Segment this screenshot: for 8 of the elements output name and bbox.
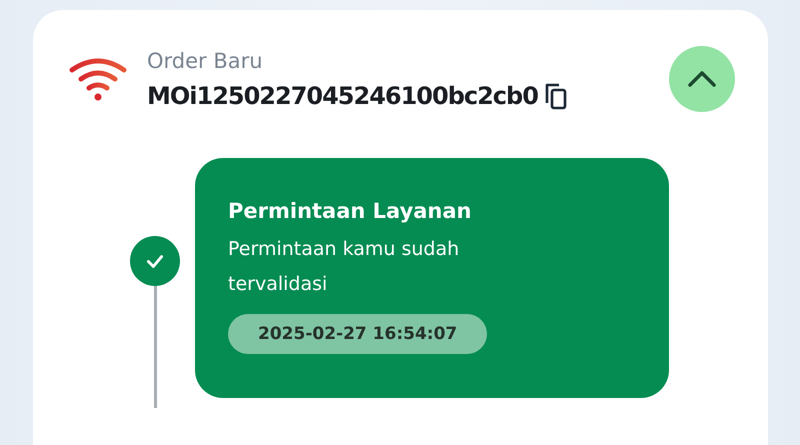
timestamp: 2025-02-27 16:54:07 bbox=[228, 314, 488, 354]
order-id: MOi1250227045246100bc2cb0 bbox=[147, 81, 538, 111]
caret-icon bbox=[687, 70, 717, 88]
status-title: Permintaan Layanan bbox=[228, 198, 472, 225]
status-description: Permintaan kamu sudah tervalidasi bbox=[228, 237, 460, 297]
order-label: Order Baru bbox=[147, 48, 264, 75]
wifi-icon bbox=[68, 56, 128, 102]
copy-icon[interactable] bbox=[544, 82, 568, 110]
